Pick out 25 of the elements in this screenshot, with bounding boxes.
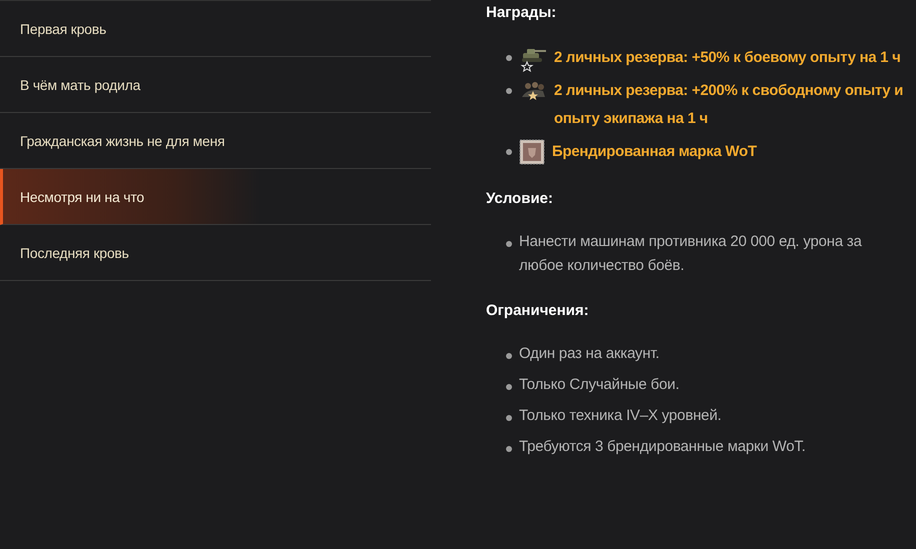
mission-tab[interactable]: Гражданская жизнь не для меня <box>0 113 431 169</box>
section-heading: Условие: <box>486 189 554 209</box>
bullet-dot <box>506 353 512 359</box>
reward-text: 2 личных резерва: +50% к боевому опыту на 1 ч <box>554 48 900 68</box>
restriction-text: Требуются 3 брендированные марки WoT. <box>519 437 806 457</box>
section-heading: Ограничения: <box>486 301 590 321</box>
bullet-dot <box>506 384 512 390</box>
bullet-dot <box>506 446 512 452</box>
reward-text: Брендированная марка WoT <box>552 142 757 162</box>
condition-text: Нанести машинам противника 20 000 ед. урона за любое количество боёв. <box>519 232 863 276</box>
stamp-icon <box>519 139 545 165</box>
section-heading: Награды: <box>486 3 558 23</box>
reward-text: 2 личных резерва: +200% к свободному опыту и опыту экипажа на 1 ч <box>554 81 904 129</box>
bullet-dot <box>506 149 512 155</box>
bullet-dot <box>506 88 512 94</box>
bullet-dot <box>506 415 512 421</box>
mission-tab[interactable]: Несмотря ни на что <box>0 169 431 225</box>
restriction-text: Только Случайные бои. <box>519 375 680 395</box>
mission-tab[interactable]: Последняя кровь <box>0 225 431 281</box>
bullet-dot <box>506 241 512 247</box>
restriction-text: Только техника IV–X уровней. <box>519 406 722 426</box>
mission-tab[interactable]: В чём мать родила <box>0 57 431 113</box>
bullet-dot <box>506 55 512 61</box>
mission-tab[interactable]: Первая кровь <box>0 1 431 57</box>
restriction-text: Один раз на аккаунт. <box>519 344 660 364</box>
